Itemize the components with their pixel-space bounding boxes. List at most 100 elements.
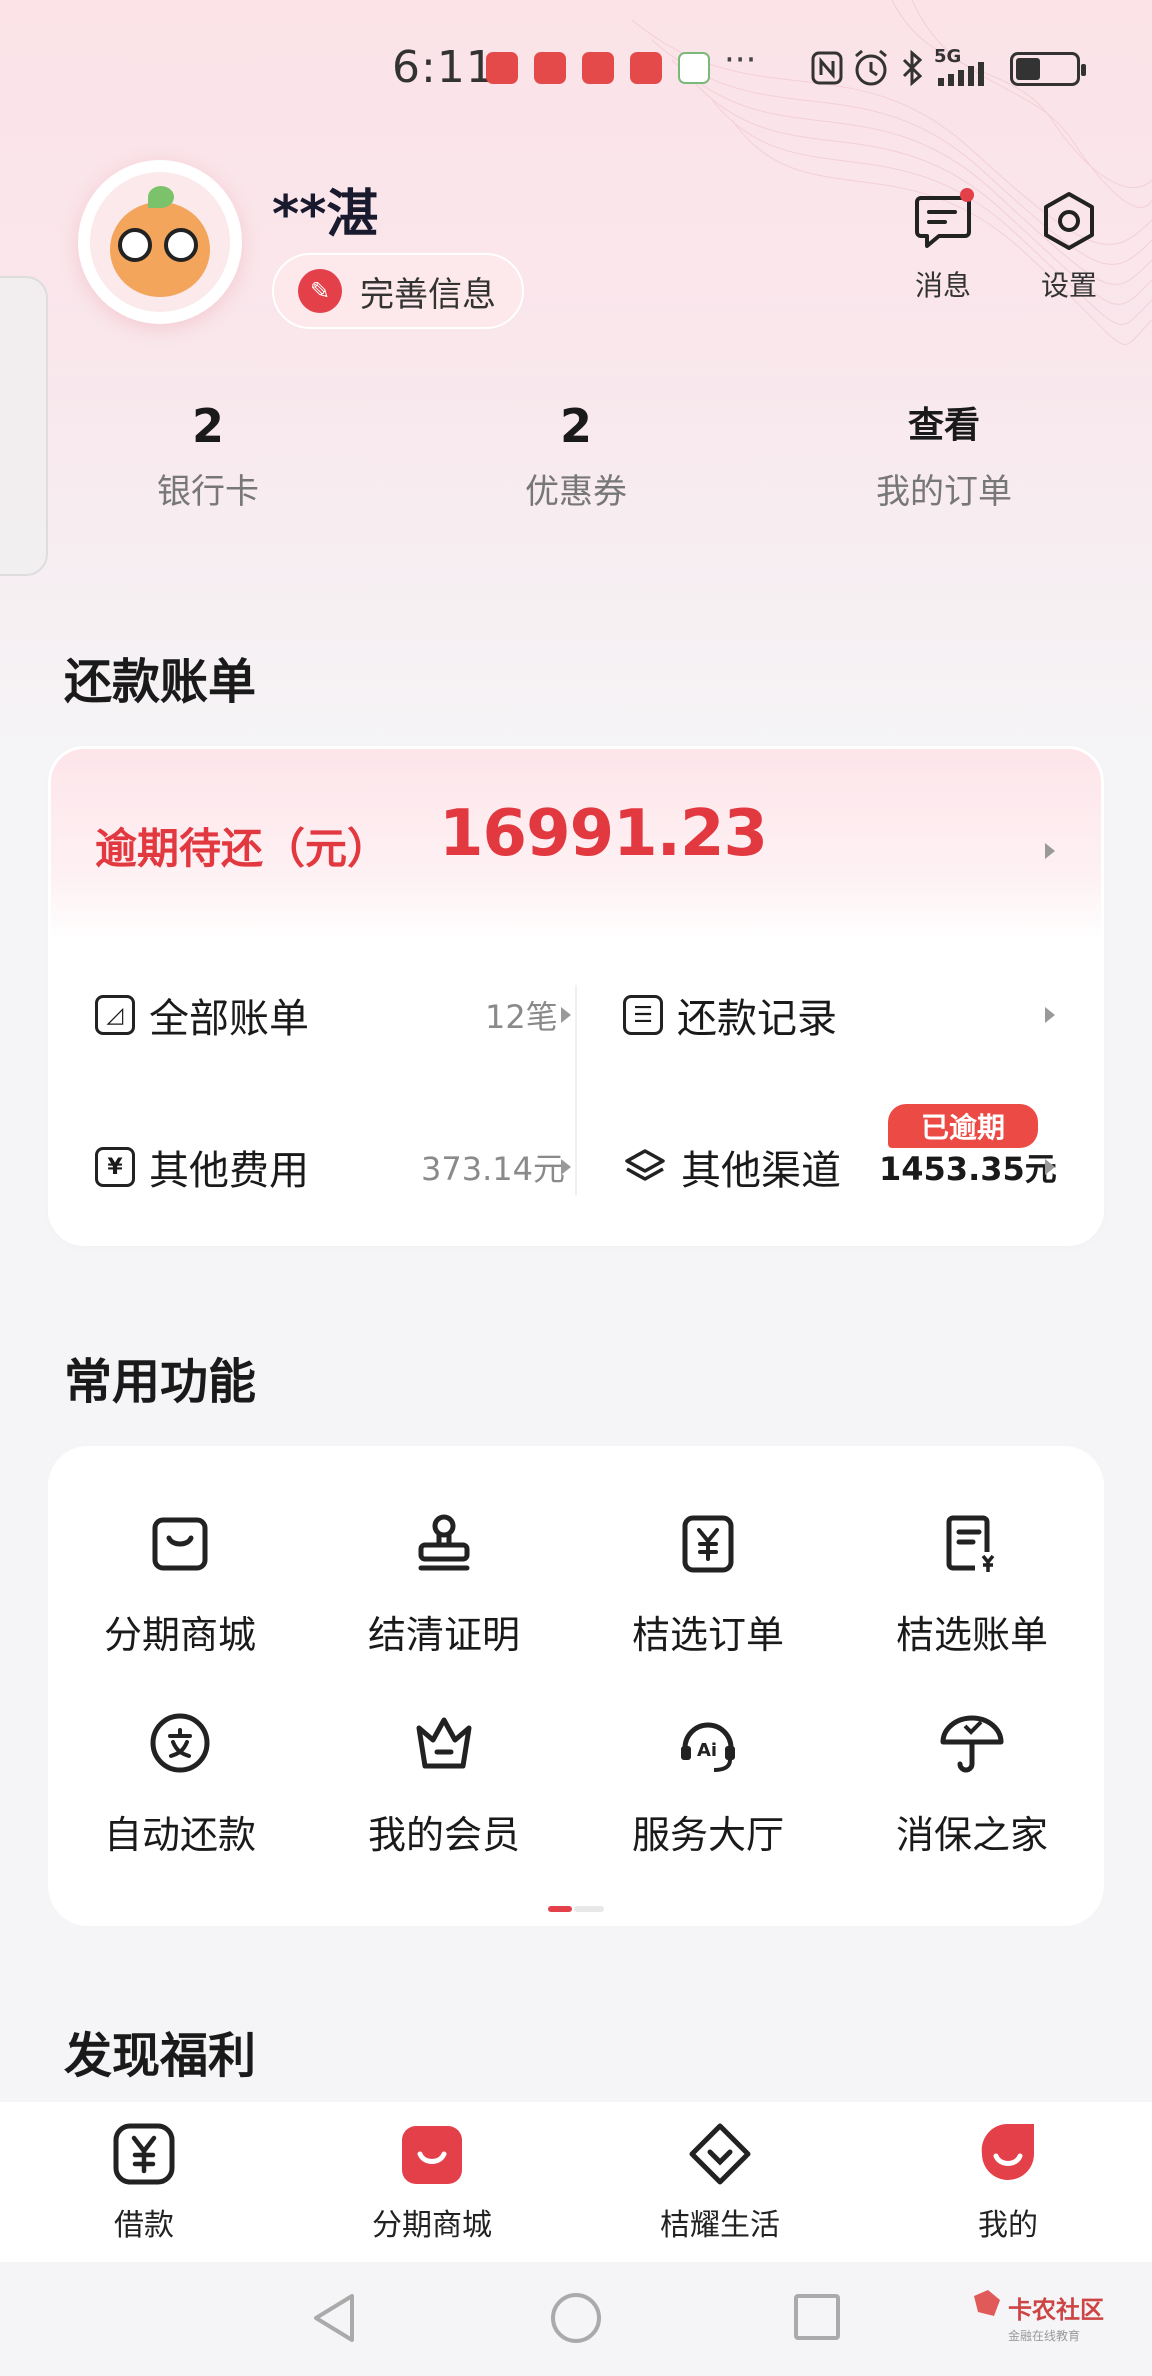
overdue-label: 逾期待还（元） <box>95 824 390 873</box>
back-icon[interactable] <box>308 2290 358 2346</box>
nfc-icon <box>811 51 843 85</box>
discover-section-title: 发现福利 <box>64 2028 257 2084</box>
watermark-title: 卡农社区 <box>1008 2296 1104 2324</box>
overdue-row[interactable]: 逾期待还（元） 16991.23 <box>51 749 1101 939</box>
func-settlement-proof[interactable]: 结清证明 <box>312 1508 576 1659</box>
bill-item-label: 其他费用 <box>149 1148 309 1194</box>
stat-label: 我的订单 <box>876 472 1012 512</box>
stat-label: 银行卡 <box>157 472 259 512</box>
page-indicator <box>548 1906 604 1912</box>
func-installment-mall[interactable]: 分期商城 <box>48 1508 312 1659</box>
home-icon[interactable] <box>548 2290 604 2346</box>
functions-card: 分期商城 结清证明 桔选订单 桔选账单 自动还款 我的会员 Ai 服务大厅 消保… <box>48 1446 1104 1926</box>
complete-info-label: 完善信息 <box>360 274 496 315</box>
func-label: 自动还款 <box>103 1813 256 1857</box>
bill-item-label: 全部账单 <box>149 996 309 1042</box>
pencil-icon: ✎ <box>298 269 342 313</box>
all-bills-item[interactable]: ◿ 全部账单 12笔 <box>95 975 575 1055</box>
avatar-image <box>90 172 230 312</box>
func-label: 消保之家 <box>895 1813 1048 1857</box>
func-label: 桔选账单 <box>895 1613 1048 1657</box>
func-my-membership[interactable]: 我的会员 <box>312 1708 576 1859</box>
unread-dot <box>960 188 974 202</box>
bill-item-label: 其他渠道 <box>681 1148 841 1194</box>
recents-icon[interactable] <box>792 2292 842 2342</box>
overdue-amount: 16991.23 <box>439 797 768 871</box>
app-notification-icon <box>582 52 614 84</box>
func-selected-orders[interactable]: 桔选订单 <box>576 1508 840 1659</box>
tab-mine[interactable]: 我的 <box>918 2120 1098 2244</box>
umbrella-icon <box>940 1715 1004 1773</box>
tab-life[interactable]: 桔耀生活 <box>630 2120 810 2244</box>
more-notifications-icon: ··· <box>724 40 757 80</box>
tab-loan[interactable]: 借款 <box>54 2120 234 2244</box>
auto-repay-icon <box>150 1713 210 1773</box>
func-label: 我的会员 <box>367 1813 520 1857</box>
chevron-right-icon <box>1045 843 1055 859</box>
messages-label: 消息 <box>914 269 971 302</box>
mall-icon <box>402 2126 462 2184</box>
func-auto-repay[interactable]: 自动还款 <box>48 1708 312 1859</box>
stat-value: 2 <box>191 399 224 453</box>
calendar-icon: ◿ <box>95 995 135 1035</box>
repayment-section-title: 还款账单 <box>64 654 257 710</box>
stat-bank-cards[interactable]: 2 银行卡 <box>88 398 328 513</box>
life-icon <box>689 2123 751 2185</box>
bottom-tab-bar: 借款 分期商城 桔耀生活 我的 <box>0 2102 1152 2262</box>
username: **湛 <box>272 185 379 245</box>
svg-text:Ai: Ai <box>697 1740 717 1761</box>
app-notification-icon <box>678 52 710 84</box>
status-bar: 6:11 ··· 5G <box>0 40 1152 100</box>
complete-info-button[interactable]: ✎ 完善信息 <box>272 253 524 329</box>
layers-icon <box>625 1149 665 1181</box>
stat-label: 优惠券 <box>525 472 627 512</box>
func-label: 分期商城 <box>103 1613 256 1657</box>
settings-label: 设置 <box>1040 269 1097 302</box>
settings-button[interactable]: 设置 <box>1024 190 1114 304</box>
func-label: 桔选订单 <box>631 1613 784 1657</box>
bluetooth-icon <box>902 50 923 86</box>
func-label: 服务大厅 <box>631 1813 784 1857</box>
loan-yuan-icon <box>113 2123 175 2185</box>
stamp-icon <box>418 1514 470 1571</box>
tab-label: 桔耀生活 <box>660 2208 780 2243</box>
func-service-hall[interactable]: Ai 服务大厅 <box>576 1708 840 1859</box>
func-consumer-protection[interactable]: 消保之家 <box>840 1708 1104 1859</box>
tab-label: 我的 <box>978 2208 1038 2243</box>
profile-icon <box>981 2123 1034 2180</box>
func-selected-bills[interactable]: 桔选账单 <box>840 1508 1104 1659</box>
avatar[interactable] <box>78 160 242 324</box>
chevron-right-icon <box>1045 1159 1055 1175</box>
shopping-bag-icon <box>152 1517 208 1571</box>
divider <box>575 985 577 1195</box>
bill-item-label: 还款记录 <box>677 996 837 1042</box>
stat-coupons[interactable]: 2 优惠券 <box>456 398 696 513</box>
watermark-subtitle: 金融在线教育 <box>1008 2329 1081 2343</box>
chevron-right-icon <box>561 1159 571 1175</box>
alarm-icon <box>855 49 887 86</box>
tab-label: 分期商城 <box>372 2208 492 2243</box>
bill-item-value: 373.14元 <box>421 1150 565 1188</box>
chevron-right-icon <box>561 1007 571 1023</box>
crown-icon <box>416 1717 472 1769</box>
stat-orders[interactable]: 查看 我的订单 <box>824 398 1064 513</box>
repayment-records-item[interactable]: ☰ 还款记录 <box>623 975 1063 1055</box>
other-fees-item[interactable]: ¥ 其他费用 373.14元 <box>95 1127 575 1207</box>
chevron-right-icon <box>1045 1007 1055 1023</box>
list-icon: ☰ <box>623 995 663 1035</box>
overdue-badge: 已逾期 <box>888 1104 1038 1148</box>
app-notification-icon <box>534 52 566 84</box>
battery-icon <box>1010 52 1086 86</box>
stat-value: 2 <box>559 399 592 453</box>
tab-installment-mall[interactable]: 分期商城 <box>342 2120 522 2244</box>
yuan-doc-icon <box>682 1515 734 1573</box>
app-notification-icon <box>630 52 662 84</box>
app-notification-icon <box>486 52 518 84</box>
bill-yuan-icon <box>946 1515 995 1572</box>
side-drawer-handle[interactable] <box>0 276 48 576</box>
watermark: 卡农社区 金融在线教育 <box>1008 2290 1104 2344</box>
messages-button[interactable]: 消息 <box>898 188 988 304</box>
stat-value: 查看 <box>907 405 980 446</box>
repayment-card: 逾期待还（元） 16991.23 ◿ 全部账单 12笔 ☰ 还款记录 ¥ 其他费… <box>48 746 1104 1246</box>
status-time: 6:11 <box>392 42 495 93</box>
